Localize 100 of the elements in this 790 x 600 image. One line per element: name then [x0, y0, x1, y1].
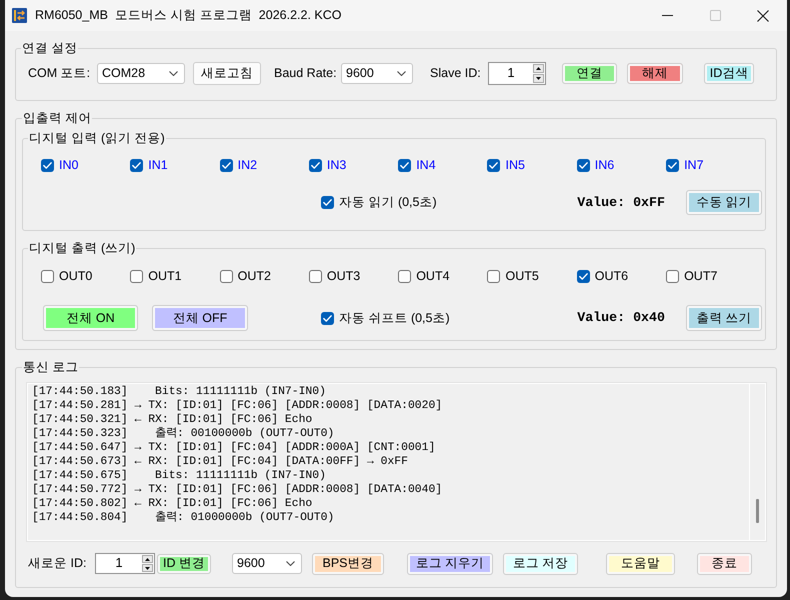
- group-title: 통신 로그: [22, 359, 80, 375]
- maximize-icon: [710, 10, 720, 21]
- scrollbar-thumb[interactable]: [756, 499, 759, 523]
- checkbox-label[interactable]: 자동 읽기 (0,5초): [339, 193, 437, 212]
- refresh-button[interactable]: 새로고침: [193, 62, 261, 85]
- checkbox[interactable]: [220, 158, 233, 172]
- checkbox[interactable]: [666, 270, 680, 283]
- write-output-button[interactable]: 출력 쓰기: [686, 305, 762, 331]
- chevron-down-icon: [397, 71, 406, 76]
- baud-rate-dropdown[interactable]: 9600: [341, 63, 413, 84]
- checkbox[interactable]: [130, 158, 144, 172]
- checkbox[interactable]: [576, 270, 590, 283]
- chevron-down-icon: [286, 561, 295, 566]
- checkbox[interactable]: [487, 270, 500, 283]
- save-log-button[interactable]: 로그 저장: [503, 552, 578, 574]
- checkmark-icon: [222, 162, 231, 169]
- group-title: 디지털 출력 (쓰기): [28, 240, 136, 256]
- checkmark-icon: [310, 162, 320, 169]
- exit-button[interactable]: 종료: [697, 552, 752, 574]
- baud-rate-label: Baud Rate:: [274, 65, 338, 82]
- checkbox-label[interactable]: OUT0: [59, 267, 92, 286]
- new-id-spinbox[interactable]: 1: [95, 553, 155, 574]
- checkmark-icon: [489, 162, 498, 169]
- checkmark-icon: [43, 162, 52, 169]
- checkmark-icon: [668, 162, 678, 169]
- checkbox[interactable]: [666, 158, 680, 172]
- group-title: 입출력 제어: [22, 110, 92, 126]
- checkbox-label[interactable]: OUT3: [326, 267, 360, 286]
- spin-down-button[interactable]: [142, 564, 153, 572]
- checkbox-label[interactable]: IN1: [148, 156, 168, 175]
- spin-down-button[interactable]: [533, 74, 544, 83]
- chevron-down-icon: [169, 71, 178, 76]
- help-button[interactable]: 도움말: [606, 552, 675, 574]
- manual-read-button[interactable]: 수동 읽기: [686, 190, 762, 215]
- checkmark-icon: [578, 272, 588, 280]
- close-icon: [757, 10, 769, 22]
- up-triangle-icon: [145, 558, 150, 560]
- checkbox[interactable]: [308, 158, 322, 172]
- log-line: [17:44:50.804] 출력: 01000000b (OUT7-OUT0): [32, 511, 336, 525]
- checkbox-label[interactable]: OUT2: [238, 267, 271, 286]
- checkmark-icon: [578, 162, 588, 169]
- checkbox-label[interactable]: IN4: [416, 156, 436, 175]
- log-line: [17:44:50.321] ← RX: [ID:01] [FC:06] Echo: [32, 413, 314, 427]
- log-line: [17:44:50.802] ← RX: [ID:01] [FC:06] Echo: [32, 497, 314, 511]
- com-port-dropdown[interactable]: COM28: [97, 63, 185, 84]
- checkbox[interactable]: [321, 312, 334, 324]
- checkbox[interactable]: [41, 158, 54, 172]
- change-bps-button[interactable]: BPS변경: [312, 552, 384, 574]
- checkmark-icon: [323, 199, 332, 206]
- checkbox-label[interactable]: IN2: [238, 156, 258, 175]
- checkbox-label[interactable]: IN0: [59, 156, 78, 175]
- checkbox-label[interactable]: IN3: [326, 156, 346, 175]
- checkbox-label[interactable]: OUT5: [505, 267, 539, 286]
- slave-id-spinbox[interactable]: 1: [488, 62, 546, 85]
- baud-rate-dropdown[interactable]: 9600: [232, 553, 302, 574]
- checkbox-label[interactable]: IN7: [684, 156, 704, 175]
- checkbox[interactable]: [487, 158, 500, 172]
- checkmark-icon: [400, 162, 410, 169]
- log-line: [17:44:50.323] 출력: 00100000b (OUT7-OUT0): [32, 427, 336, 441]
- checkbox[interactable]: [321, 196, 334, 209]
- all-off-button[interactable]: 전체 OFF: [152, 305, 248, 331]
- checkbox[interactable]: [220, 270, 233, 283]
- checkbox-label[interactable]: IN5: [505, 156, 525, 175]
- log-line: [17:44:50.772] → TX: [ID:01] [FC:06] [ADDR:0008] [DATA:0040]: [32, 483, 444, 497]
- all-on-button[interactable]: 전체 ON: [43, 305, 138, 331]
- connect-button[interactable]: 연결: [562, 63, 617, 84]
- checkbox-label[interactable]: 자동 쉬프트 (0,5초): [339, 308, 450, 328]
- checkbox-label[interactable]: OUT1: [148, 267, 182, 286]
- log-line: [17:44:50.281] → TX: [ID:01] [FC:06] [ADDR:0008] [DATA:0020]: [32, 399, 444, 413]
- window-title: RM6050_MB 모드버스 시험 프로그램 2026.2.2. KCO: [35, 7, 342, 24]
- id-change-button[interactable]: ID 변경: [157, 554, 211, 574]
- up-triangle-icon: [536, 67, 541, 70]
- checkbox[interactable]: [398, 270, 412, 283]
- minimize-icon: [662, 15, 672, 16]
- spin-up-button[interactable]: [533, 64, 544, 73]
- down-triangle-icon: [145, 566, 150, 570]
- disconnect-button[interactable]: 해제: [627, 63, 683, 84]
- com-port-label: COM 포트:: [28, 65, 92, 82]
- log-line: [17:44:50.673] ← RX: [ID:01] [FC:04] [DATA:00FF] → 0xFF: [32, 455, 409, 469]
- slave-id-label: Slave ID:: [430, 65, 482, 82]
- checkmark-icon: [323, 314, 332, 322]
- checkbox-label[interactable]: OUT6: [594, 267, 628, 286]
- checkbox[interactable]: [576, 158, 590, 172]
- new-id-label: 새로운 ID:: [28, 555, 88, 572]
- log-line: [17:44:50.183] Bits: 11111111b (IN7-IN0): [32, 385, 327, 399]
- log-line: [17:44:50.675] Bits: 11111111b (IN7-IN0): [32, 469, 327, 483]
- checkbox-label[interactable]: IN6: [594, 156, 614, 175]
- checkbox[interactable]: [308, 270, 322, 283]
- log-line: [17:44:50.647] → TX: [ID:01] [FC:04] [ADDR:000A] [CNT:0001]: [32, 441, 436, 455]
- checkbox-label[interactable]: OUT4: [416, 267, 450, 286]
- clear-log-button[interactable]: 로그 지우기: [407, 552, 493, 574]
- checkbox[interactable]: [398, 158, 412, 172]
- id-search-button[interactable]: ID검색: [704, 63, 754, 84]
- value-readout: Value: 0xFF: [577, 194, 665, 212]
- checkmark-icon: [132, 162, 142, 169]
- spin-up-button[interactable]: [142, 555, 153, 563]
- checkbox-label[interactable]: OUT7: [684, 267, 718, 286]
- checkbox[interactable]: [130, 270, 144, 283]
- checkbox[interactable]: [41, 270, 54, 283]
- group-title: 디지털 입력 (읽기 전용): [28, 130, 166, 146]
